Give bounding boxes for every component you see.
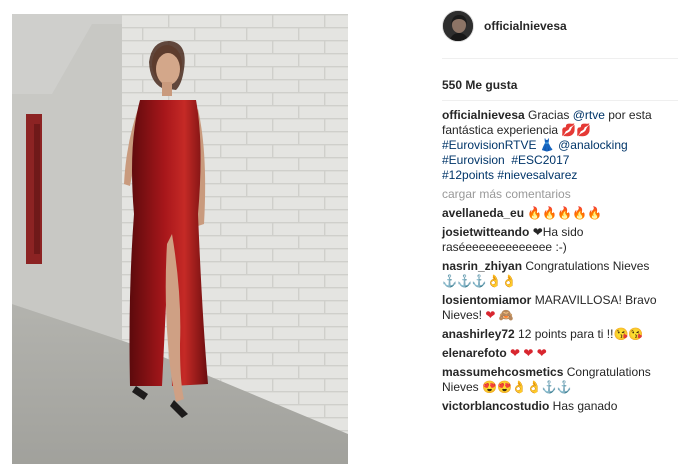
mention-analocking[interactable]: @analocking [558,138,628,152]
caption-username[interactable]: officialnievesa [442,108,525,122]
header-divider [442,58,678,59]
comment-username[interactable]: victorblancostudio [442,399,549,413]
hashtag-nievesalvarez[interactable]: #nievesalvarez [497,168,577,182]
post-sidebar: officialnievesa 550 Me gusta officialnie… [430,0,690,471]
hashtag-eurovisionrtve[interactable]: #EurovisionRTVE [442,138,537,152]
list-item: josietwitteando ❤Ha sido raséeeeeeeeeeee… [442,225,678,255]
comment-username[interactable]: josietwitteando [442,225,529,239]
comment-username[interactable]: losientomiamor [442,293,531,307]
comment-username[interactable]: massumehcosmetics [442,365,563,379]
post-photo-image [12,14,348,464]
list-item: victorblancostudio Has ganado [442,399,678,414]
hashtag-eurovision[interactable]: #Eurovision [442,153,505,167]
list-item: massumehcosmetics Congratulations Nieves… [442,365,678,395]
list-item: losientomiamor MARAVILLOSA! Bravo Nieves… [442,293,678,323]
list-item: anashirley72 12 points para ti !!😘😘 [442,327,678,342]
comment-username[interactable]: anashirley72 [442,327,515,341]
comment-text: 12 points para ti !! [514,327,614,341]
comments-list: officialnievesa Gracias @rtve por esta f… [442,108,678,418]
comment-text: 🔥🔥🔥🔥🔥 [524,206,603,220]
hashtag-esc2017[interactable]: #ESC2017 [511,153,569,167]
caption-text: Gracias [524,108,573,122]
list-item: avellaneda_eu 🔥🔥🔥🔥🔥 [442,206,678,221]
caption: officialnievesa Gracias @rtve por esta f… [442,108,678,183]
lips-emoji: 💋💋 [561,123,592,137]
comment-emojis: 😍😍👌👌⚓⚓ [482,380,572,394]
comment-emojis: ❤ ❤ ❤ [510,346,547,360]
comment-text: Has ganado [549,399,618,413]
list-item: nasrin_zhiyan Congratulations Nieves ⚓⚓⚓… [442,259,678,289]
comment-username[interactable]: elenarefoto [442,346,507,360]
list-item: elenarefoto ❤ ❤ ❤ [442,346,678,361]
mention-rtve[interactable]: @rtve [573,108,605,122]
comment-emojis: 😘😘 [613,327,644,341]
comment-emojis: ⚓⚓⚓👌👌 [442,274,517,288]
avatar-image [443,11,473,41]
post-author-username[interactable]: officialnievesa [484,19,567,33]
comment-username[interactable]: nasrin_zhiyan [442,259,522,273]
post-header: officialnievesa [442,10,682,46]
avatar[interactable] [442,10,474,42]
hashtag-12points[interactable]: #12points [442,168,494,182]
likes-count[interactable]: 550 Me gusta [442,78,517,92]
load-more-comments-link[interactable]: cargar más comentarios [442,187,678,201]
dress-emoji: 👗 [536,138,559,152]
heart-emoji: ❤ [532,225,543,239]
comment-text: Congratulations Nieves [522,259,650,273]
comment-username[interactable]: avellaneda_eu [442,206,524,220]
post-photo[interactable] [12,14,348,464]
comment-emojis: ❤ 🙈 [485,308,514,322]
likes-divider [442,100,678,101]
